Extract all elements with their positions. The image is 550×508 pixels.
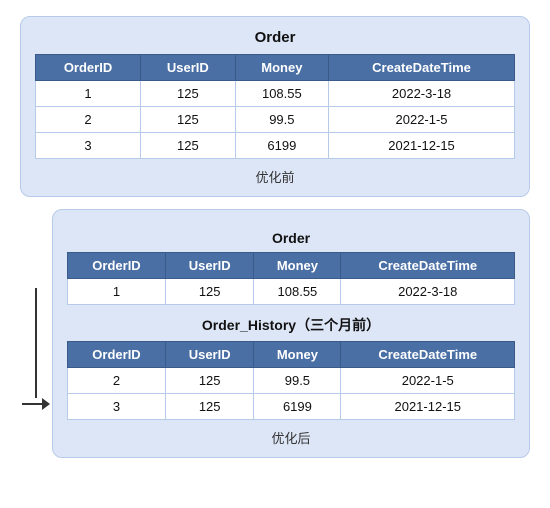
- arrow-horizontal-row: [22, 398, 50, 410]
- arrow-column: [20, 209, 52, 458]
- top-card-title: Order: [35, 29, 515, 46]
- bot-hist-col-money: Money: [254, 342, 341, 368]
- bot-order-col-userid: UserID: [166, 253, 254, 279]
- table-row: 312561992021-12-15: [36, 133, 515, 159]
- arrow-vertical: [35, 288, 37, 398]
- arrow-head: [42, 398, 50, 410]
- arrow-line: [22, 288, 50, 410]
- bottom-order-title: Order: [67, 230, 515, 246]
- top-col-orderid: OrderID: [36, 55, 141, 81]
- bot-hist-col-userid: UserID: [166, 342, 254, 368]
- table-row: 1125108.552022-3-18: [36, 81, 515, 107]
- bottom-content: Order OrderID UserID Money CreateDateTim…: [52, 209, 530, 458]
- bottom-card: Order OrderID UserID Money CreateDateTim…: [52, 209, 530, 458]
- bot-order-col-money: Money: [254, 253, 341, 279]
- top-table: OrderID UserID Money CreateDateTime 1125…: [35, 54, 515, 159]
- table-row: 312561992021-12-15: [68, 394, 515, 420]
- bottom-section: Order OrderID UserID Money CreateDateTim…: [20, 209, 530, 458]
- top-col-datetime: CreateDateTime: [329, 55, 515, 81]
- bot-order-col-orderid: OrderID: [68, 253, 166, 279]
- bottom-caption: 优化后: [67, 428, 515, 447]
- table-row: 1125108.552022-3-18: [68, 279, 515, 305]
- bottom-order-table: OrderID UserID Money CreateDateTime 1125…: [67, 252, 515, 305]
- top-caption: 优化前: [35, 167, 515, 186]
- top-col-userid: UserID: [141, 55, 236, 81]
- bot-hist-col-orderid: OrderID: [68, 342, 166, 368]
- bottom-history-table: OrderID UserID Money CreateDateTime 2125…: [67, 341, 515, 420]
- bot-hist-col-datetime: CreateDateTime: [341, 342, 515, 368]
- top-col-money: Money: [235, 55, 328, 81]
- top-card: Order OrderID UserID Money CreateDateTim…: [20, 16, 530, 197]
- table-row: 212599.52022-1-5: [36, 107, 515, 133]
- arrow-horizontal: [22, 403, 42, 405]
- bot-order-col-datetime: CreateDateTime: [341, 253, 515, 279]
- bottom-history-title: Order_History（三个月前）: [67, 315, 515, 335]
- table-row: 212599.52022-1-5: [68, 368, 515, 394]
